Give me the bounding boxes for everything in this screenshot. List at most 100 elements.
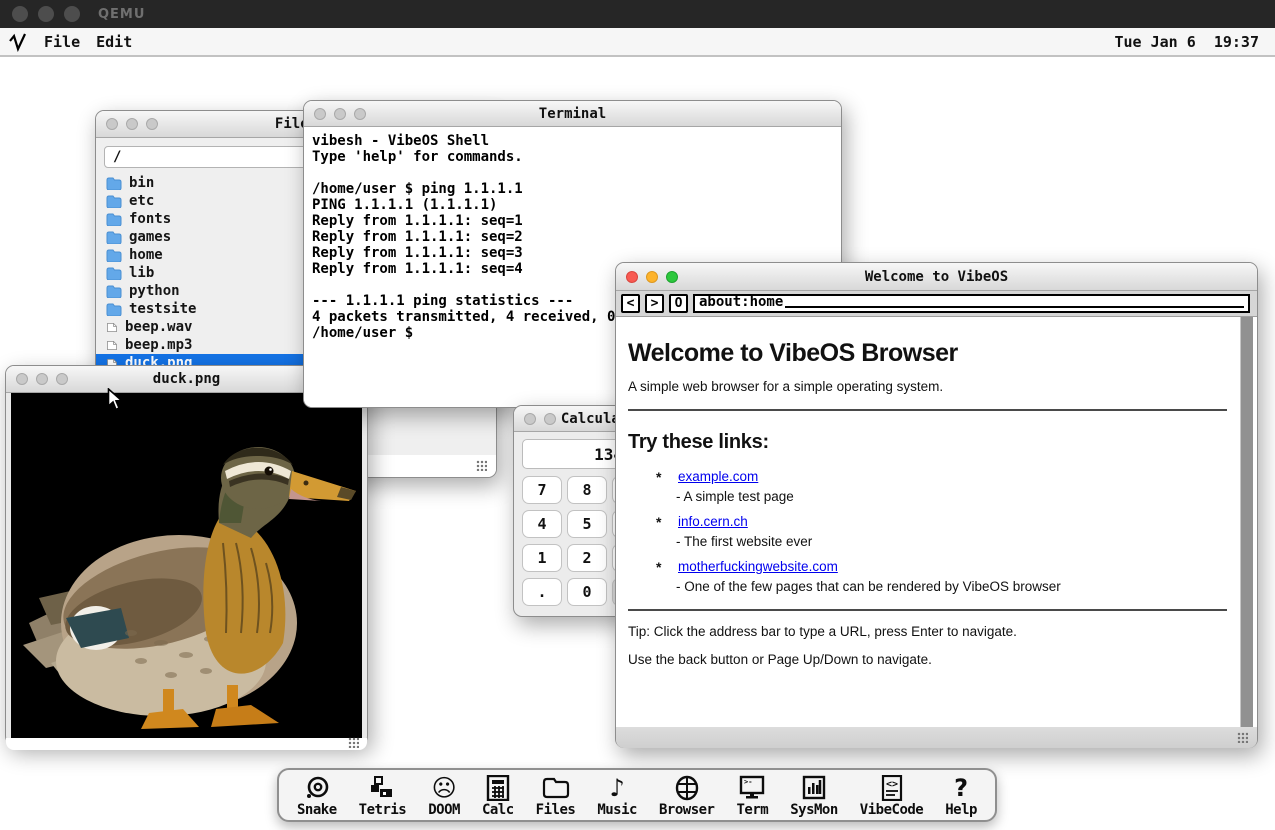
- folder-icon: [106, 213, 122, 226]
- dock-item-calc[interactable]: Calc: [482, 774, 514, 818]
- zoom-icon[interactable]: [56, 373, 68, 385]
- dock-label: Snake: [297, 802, 337, 818]
- file-name: games: [129, 229, 171, 245]
- terminal-titlebar[interactable]: Terminal: [304, 101, 841, 127]
- bullet-star: *: [656, 469, 661, 485]
- folder-icon: [106, 285, 122, 298]
- calc-button-7[interactable]: 7: [522, 476, 562, 504]
- qemu-zoom-icon[interactable]: [64, 6, 80, 22]
- dock-item-help[interactable]: ? Help: [945, 774, 977, 818]
- dock-item-doom[interactable]: ☹ DOOM: [428, 774, 460, 818]
- zoom-icon[interactable]: [146, 118, 158, 130]
- zoom-icon[interactable]: [666, 271, 678, 283]
- dock-item-vibecode[interactable]: <> VibeCode: [860, 774, 923, 818]
- dock-label: Help: [945, 802, 977, 818]
- browser-lights: [616, 271, 678, 283]
- minimize-icon[interactable]: [544, 413, 556, 425]
- menu-file[interactable]: File: [44, 33, 80, 51]
- close-icon[interactable]: [106, 118, 118, 130]
- link-example-com[interactable]: example.com: [678, 469, 758, 484]
- file-name: beep.wav: [125, 319, 192, 335]
- address-bar[interactable]: about:home: [693, 294, 1250, 313]
- dock-item-tetris[interactable]: Tetris: [359, 774, 407, 818]
- dock-item-music[interactable]: ♪ Music: [597, 774, 637, 818]
- tip-text: Use the back button or Page Up/Down to n…: [628, 652, 1227, 667]
- minimize-icon[interactable]: [36, 373, 48, 385]
- back-button[interactable]: <: [621, 294, 640, 313]
- desktop: QEMU File Edit Tue Jan 6 19:37 Files / b…: [0, 0, 1275, 830]
- file-icon: [106, 339, 118, 352]
- resize-grip[interactable]: [348, 737, 359, 748]
- calc-button-0[interactable]: 0: [567, 578, 607, 606]
- calc-button-5[interactable]: 5: [567, 510, 607, 538]
- svg-text:>-: >-: [744, 778, 752, 786]
- vertical-scrollbar[interactable]: [1240, 317, 1253, 727]
- browser-window-title: Welcome to VibeOS: [616, 269, 1257, 285]
- music-icon: ♪: [609, 774, 624, 802]
- bullet-star: *: [656, 559, 661, 575]
- snake-icon: [304, 774, 330, 802]
- file-name: home: [129, 247, 163, 263]
- dock-label: Tetris: [359, 802, 407, 818]
- close-icon[interactable]: [314, 108, 326, 120]
- calc-button-4[interactable]: 4: [522, 510, 562, 538]
- calc-button-2[interactable]: 2: [567, 544, 607, 572]
- link-description: - A simple test page: [676, 489, 1227, 504]
- image-viewer-statusbar: [6, 738, 367, 750]
- zoom-icon[interactable]: [354, 108, 366, 120]
- terminal-lights: [304, 108, 366, 120]
- list-item: * motherfuckingwebsite.com - One of the …: [628, 558, 1227, 594]
- reload-button[interactable]: O: [669, 294, 688, 313]
- qemu-close-icon[interactable]: [12, 6, 28, 22]
- calc-button-dot[interactable]: .: [522, 578, 562, 606]
- menu-edit[interactable]: Edit: [96, 33, 132, 51]
- menubar-clock: Tue Jan 6 19:37: [1115, 33, 1260, 51]
- link-description: - One of the few pages that can be rende…: [676, 579, 1227, 594]
- link-motherfuckingwebsite-com[interactable]: motherfuckingwebsite.com: [678, 559, 838, 574]
- terminal-line: Reply from 1.1.1.1: seq=1: [312, 213, 833, 229]
- resize-grip[interactable]: [476, 460, 487, 471]
- image-viewer-window: duck.png: [5, 365, 368, 745]
- dock: Snake Tetris ☹ DOOM Calc Files ♪ Music B…: [277, 768, 997, 822]
- forward-button[interactable]: >: [645, 294, 664, 313]
- menubar: File Edit Tue Jan 6 19:37: [0, 28, 1275, 57]
- browser-titlebar[interactable]: Welcome to VibeOS: [616, 263, 1257, 291]
- list-item: * example.com - A simple test page: [628, 468, 1227, 504]
- vibeos-logo-icon[interactable]: [8, 32, 28, 52]
- dock-label: VibeCode: [860, 802, 923, 818]
- dock-label: Calc: [482, 802, 514, 818]
- close-icon[interactable]: [524, 413, 536, 425]
- dock-item-browser[interactable]: Browser: [659, 774, 715, 818]
- divider: [628, 609, 1227, 611]
- dock-item-sysmon[interactable]: SysMon: [790, 774, 838, 818]
- close-icon[interactable]: [626, 271, 638, 283]
- tip-text: Tip: Click the address bar to type a URL…: [628, 624, 1227, 639]
- links-list: * example.com - A simple test page * inf…: [628, 468, 1227, 594]
- minimize-icon[interactable]: [646, 271, 658, 283]
- minimize-icon[interactable]: [126, 118, 138, 130]
- page-subtitle: A simple web browser for a simple operat…: [628, 379, 1227, 394]
- terminal-line: Reply from 1.1.1.1: seq=3: [312, 245, 833, 261]
- vibecode-icon: <>: [880, 774, 904, 802]
- help-icon: ?: [954, 774, 968, 802]
- calc-button-1[interactable]: 1: [522, 544, 562, 572]
- address-input-line: [785, 306, 1244, 308]
- terminal-line: Type 'help' for commands.: [312, 149, 833, 165]
- files-icon: [542, 774, 570, 802]
- link-info-cern-ch[interactable]: info.cern.ch: [678, 514, 748, 529]
- dock-item-files[interactable]: Files: [536, 774, 576, 818]
- qemu-minimize-icon[interactable]: [38, 6, 54, 22]
- calc-button-8[interactable]: 8: [567, 476, 607, 504]
- dock-item-term[interactable]: >- Term: [737, 774, 769, 818]
- dock-item-snake[interactable]: Snake: [297, 774, 337, 818]
- files-window-lights: [96, 118, 158, 130]
- resize-grip[interactable]: [1237, 732, 1248, 743]
- minimize-icon[interactable]: [334, 108, 346, 120]
- dock-label: Files: [536, 802, 576, 818]
- dock-label: Browser: [659, 802, 715, 818]
- browser-statusbar: [616, 727, 1257, 748]
- dock-label: DOOM: [428, 802, 460, 818]
- sysmon-icon: [801, 774, 827, 802]
- close-icon[interactable]: [16, 373, 28, 385]
- file-name: lib: [129, 265, 154, 281]
